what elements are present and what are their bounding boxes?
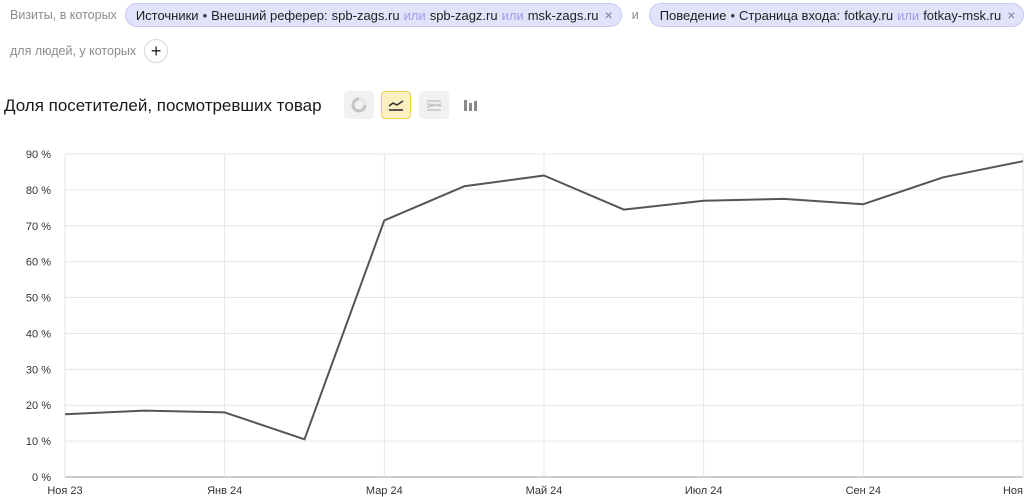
data-point[interactable] — [940, 174, 946, 180]
area-chart-button[interactable] — [419, 91, 449, 119]
bar-chart-icon — [464, 100, 477, 111]
data-point[interactable] — [541, 173, 547, 179]
filter-chip-sources[interactable]: Источники • Внешний реферер: spb-zags.ru… — [124, 3, 622, 27]
chip-value: spb-zags.ru — [331, 7, 400, 23]
chip-value: spb-zagz.ru — [429, 7, 498, 23]
chip-category: Поведение — [659, 7, 727, 23]
and-label: и — [631, 8, 639, 22]
data-point[interactable] — [781, 196, 787, 202]
x-tick-label: Мар 24 — [366, 485, 403, 497]
report-title: Доля посетителей, посмотревших товар — [4, 96, 322, 115]
data-point[interactable] — [701, 198, 707, 204]
y-tick-label: 50 % — [26, 293, 51, 305]
chip-value: fotkay.ru — [844, 7, 894, 23]
x-tick-label: Ноя — [1003, 485, 1023, 497]
data-point[interactable] — [222, 409, 228, 415]
y-tick-label: 90 % — [26, 149, 51, 161]
pie-chart-button[interactable] — [344, 91, 374, 119]
area-chart-icon — [426, 100, 442, 111]
people-prefix-label: для людей, у которых — [10, 44, 137, 58]
people-filters: для людей, у которых + — [10, 39, 169, 63]
chip-or: или — [501, 7, 524, 23]
chip-bullet: • — [202, 7, 208, 23]
chip-value: msk-zags.ru — [527, 7, 599, 23]
x-tick-label: Сен 24 — [846, 485, 881, 497]
data-point[interactable] — [860, 201, 866, 207]
line-chart-button[interactable] — [381, 91, 411, 119]
y-tick-label: 30 % — [26, 364, 51, 376]
y-tick-label: 20 % — [26, 400, 51, 412]
chip-or: или — [897, 7, 920, 23]
data-point[interactable] — [142, 408, 148, 414]
chip-field: Страница входа: — [739, 7, 841, 23]
data-point[interactable] — [621, 207, 627, 213]
y-tick-label: 80 % — [26, 185, 51, 197]
data-point[interactable] — [62, 411, 68, 417]
chip-category: Источники — [135, 7, 199, 23]
line-chart-icon — [388, 100, 404, 111]
close-icon[interactable]: × — [605, 7, 613, 23]
data-point[interactable] — [381, 217, 387, 223]
y-tick-label: 10 % — [26, 436, 51, 448]
pie-chart-icon — [351, 97, 367, 113]
chip-value: fotkay-msk.ru — [923, 7, 1002, 23]
y-tick-label: 60 % — [26, 257, 51, 269]
y-tick-label: 40 % — [26, 328, 51, 340]
visit-filters: Визиты, в которых Источники • Внешний ре… — [10, 3, 1024, 27]
data-point[interactable] — [461, 183, 467, 189]
x-tick-label: Ноя 23 — [47, 485, 82, 497]
data-point[interactable] — [1020, 158, 1024, 164]
chip-field: Внешний реферер: — [211, 7, 328, 23]
x-tick-label: Июл 24 — [685, 485, 723, 497]
add-people-filter-button[interactable]: + — [144, 39, 169, 63]
chip-or: или — [403, 7, 426, 23]
data-point[interactable] — [302, 436, 308, 442]
filter-chip-behavior[interactable]: Поведение • Страница входа: fotkay.ru ил… — [648, 3, 1024, 27]
close-icon[interactable]: × — [1007, 7, 1015, 23]
chip-bullet: • — [730, 7, 736, 23]
bar-chart-button[interactable] — [456, 91, 486, 119]
visits-prefix-label: Визиты, в которых — [10, 8, 117, 22]
line-chart: 0 %10 %20 %30 %40 %50 %60 %70 %80 %90 % … — [26, 149, 1024, 497]
y-tick-label: 70 % — [26, 221, 51, 233]
x-tick-label: Май 24 — [526, 485, 563, 497]
y-tick-label: 0 % — [32, 472, 51, 484]
x-tick-label: Янв 24 — [207, 485, 242, 497]
